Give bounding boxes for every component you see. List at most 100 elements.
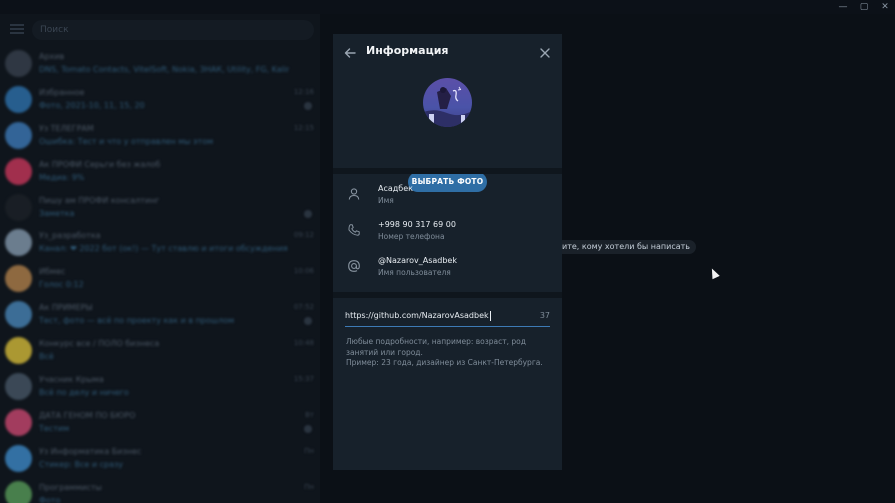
search-row: Поиск bbox=[0, 14, 320, 46]
bio-hint: Любые подробности, например: возраст, ро… bbox=[346, 337, 551, 369]
chat-list-item[interactable]: Ак ПРОФИ Серьги без жалоб Медиа: 9% bbox=[0, 154, 320, 190]
chat-preview: Стикер: Все и сразу bbox=[39, 459, 123, 469]
user-icon bbox=[347, 186, 361, 200]
chat-list-item[interactable]: Программисты Фото Пн bbox=[0, 477, 320, 503]
phone-icon bbox=[347, 222, 361, 236]
maximize-button[interactable]: ▢ bbox=[854, 1, 874, 13]
menu-icon[interactable] bbox=[10, 24, 24, 34]
chat-title: Программисты bbox=[39, 482, 102, 492]
chat-avatar bbox=[5, 444, 32, 472]
username-value: @Nazarov_Asadbek bbox=[378, 256, 457, 265]
name-value: Асадбек bbox=[378, 184, 413, 193]
chat-time: Вт bbox=[305, 410, 314, 419]
chat-avatar bbox=[5, 50, 32, 77]
chat-time: 12:16 bbox=[293, 87, 314, 96]
text-caret bbox=[489, 310, 491, 321]
chat-preview: Канал: ❤ 2022 бот (ок!) — Тут ставлю и и… bbox=[39, 244, 288, 254]
back-arrow-icon[interactable] bbox=[343, 45, 357, 59]
chat-time: 07:52 bbox=[293, 303, 314, 312]
chat-preview: Тестим bbox=[39, 423, 70, 433]
chat-list-item[interactable]: Уз_разработка Канал: ❤ 2022 бот (ок!) — Т… bbox=[0, 225, 320, 261]
phone-row[interactable]: +998 90 317 69 00 Номер телефона bbox=[333, 214, 562, 248]
chat-time: 15:37 bbox=[293, 375, 314, 384]
chat-list-item[interactable]: Ак ПРИМЕРЫ Тест, фото — всё по проекту ка… bbox=[0, 297, 320, 333]
search-input[interactable]: Поиск bbox=[32, 20, 314, 40]
bio-char-counter: 37 bbox=[539, 311, 550, 320]
chat-title: Уз Информатика Бизнес bbox=[39, 446, 142, 456]
chat-preview: Ошибка: Тест и что у отправлен мы этом bbox=[39, 136, 214, 146]
window-close-button[interactable]: ✕ bbox=[875, 1, 895, 13]
bio-section: https://github.com/NazarovAsadbek 37 Люб… bbox=[333, 298, 562, 470]
chat-time: 10:48 bbox=[293, 339, 314, 348]
chat-avatar bbox=[5, 408, 32, 436]
profile-info-section: Асадбек Имя +998 90 317 69 00 Номер теле… bbox=[333, 174, 562, 292]
chat-preview: DNS, Tomato Contacts, VitelSoft, Nokia, … bbox=[39, 65, 289, 74]
chat-title: Избранное bbox=[39, 87, 85, 97]
chat-avatar bbox=[5, 229, 32, 257]
profile-avatar[interactable] bbox=[423, 78, 472, 127]
unread-badge bbox=[304, 209, 312, 218]
chat-list-item[interactable]: Избранное Фото, 2021-10, 11, 15, 20 12:16 bbox=[0, 82, 320, 118]
bio-input-underline bbox=[345, 326, 550, 327]
bio-hint-line: Любые подробности, например: возраст, ро… bbox=[346, 337, 526, 357]
chat-avatar bbox=[5, 85, 32, 113]
name-label: Имя bbox=[378, 196, 394, 205]
chat-avatar bbox=[5, 121, 32, 149]
username-row[interactable]: @Nazarov_Asadbek Имя пользователя bbox=[333, 250, 562, 284]
chat-list-item[interactable]: Архив DNS, Tomato Contacts, VitelSoft, No… bbox=[0, 46, 320, 82]
chat-title: Ак ПРИМЕРЫ bbox=[39, 303, 93, 313]
chat-preview: Медиа: 9% bbox=[39, 172, 85, 182]
phone-label: Номер телефона bbox=[378, 232, 445, 241]
chat-list-item[interactable]: Уз Информатика Бизнес Стикер: Все и сразу… bbox=[0, 441, 320, 477]
chat-list-item[interactable]: Ибмес Голос 0:12 10:06 bbox=[0, 261, 320, 297]
phone-value: +998 90 317 69 00 bbox=[378, 220, 456, 229]
chat-preview: Тест, фото — всё по проекту как и в прош… bbox=[39, 316, 235, 326]
chat-preview: Заметка bbox=[39, 208, 75, 218]
dialog-header: Информация bbox=[333, 34, 562, 70]
chat-avatar bbox=[5, 193, 32, 221]
chat-sidebar: Поиск Архив DNS, Tomato Contacts, VitelSo… bbox=[0, 14, 320, 503]
chat-list: Архив DNS, Tomato Contacts, VitelSoft, No… bbox=[0, 46, 320, 503]
chat-preview: Всё по делу и ничего bbox=[39, 388, 129, 398]
chat-time: 09:12 bbox=[293, 231, 314, 240]
chat-avatar bbox=[5, 480, 32, 503]
chat-time: 12:15 bbox=[293, 123, 314, 132]
chat-time: 10:06 bbox=[293, 267, 314, 276]
chat-title: Ак ПРОФИ Серьги без жалоб bbox=[39, 159, 161, 169]
chat-title: Пишу ам ПРОФИ консалтинг bbox=[39, 195, 160, 205]
bio-hint-line: Пример: 23 года, дизайнер из Санкт-Петер… bbox=[346, 358, 543, 367]
dialog-title: Информация bbox=[366, 44, 449, 57]
chat-avatar bbox=[5, 301, 32, 329]
bio-input-text: https://github.com/NazarovAsadbek bbox=[345, 311, 489, 320]
chat-list-item[interactable]: Учасник Крыма Всё по делу и ничего 15:37 bbox=[0, 369, 320, 405]
window-titlebar: — ▢ ✕ bbox=[0, 0, 895, 14]
chat-title: Конкурс все / ПОЛО бизнеса bbox=[39, 339, 160, 349]
chat-preview: Фото bbox=[39, 495, 61, 503]
chat-title: Ибмес bbox=[39, 267, 66, 277]
bio-input[interactable]: https://github.com/NazarovAsadbek bbox=[345, 308, 550, 324]
unread-badge bbox=[304, 317, 312, 326]
unread-badge bbox=[304, 424, 312, 433]
empty-chat-hint: ите, кому хотели бы написать bbox=[556, 240, 697, 254]
close-icon[interactable] bbox=[538, 45, 552, 59]
chat-title: Уз_разработка bbox=[39, 231, 101, 241]
chat-list-item[interactable]: Конкурс все / ПОЛО бизнеса Всё 10:48 bbox=[0, 333, 320, 369]
chat-title: Уз ТЕЛЕГРАМ bbox=[39, 123, 94, 133]
chat-time: Пн bbox=[304, 482, 314, 491]
chat-preview: Фото, 2021-10, 11, 15, 20 bbox=[39, 100, 145, 110]
chat-title: ДАТА ГЕНОМ ПО БЮРО bbox=[39, 410, 136, 420]
chat-list-item[interactable]: ДАТА ГЕНОМ ПО БЮРО Тестим Вт bbox=[0, 405, 320, 441]
chat-avatar bbox=[5, 373, 32, 401]
chat-avatar bbox=[5, 337, 32, 365]
chat-list-item[interactable]: Уз ТЕЛЕГРАМ Ошибка: Тест и что у отправле… bbox=[0, 118, 320, 154]
username-label: Имя пользователя bbox=[378, 268, 451, 277]
chat-title: Учасник Крыма bbox=[39, 375, 104, 385]
name-row[interactable]: Асадбек Имя bbox=[333, 178, 562, 212]
chat-list-item[interactable]: Пишу ам ПРОФИ консалтинг Заметка bbox=[0, 190, 320, 226]
chat-preview: Всё bbox=[39, 352, 54, 362]
unread-badge bbox=[304, 101, 312, 110]
minimize-button[interactable]: — bbox=[833, 1, 853, 13]
chat-preview: Голос 0:12 bbox=[39, 280, 84, 290]
profile-info-dialog: Информация ВЫБРАТЬ ФОТО Асадбек Имя +998… bbox=[333, 34, 562, 470]
chat-avatar bbox=[5, 265, 32, 293]
